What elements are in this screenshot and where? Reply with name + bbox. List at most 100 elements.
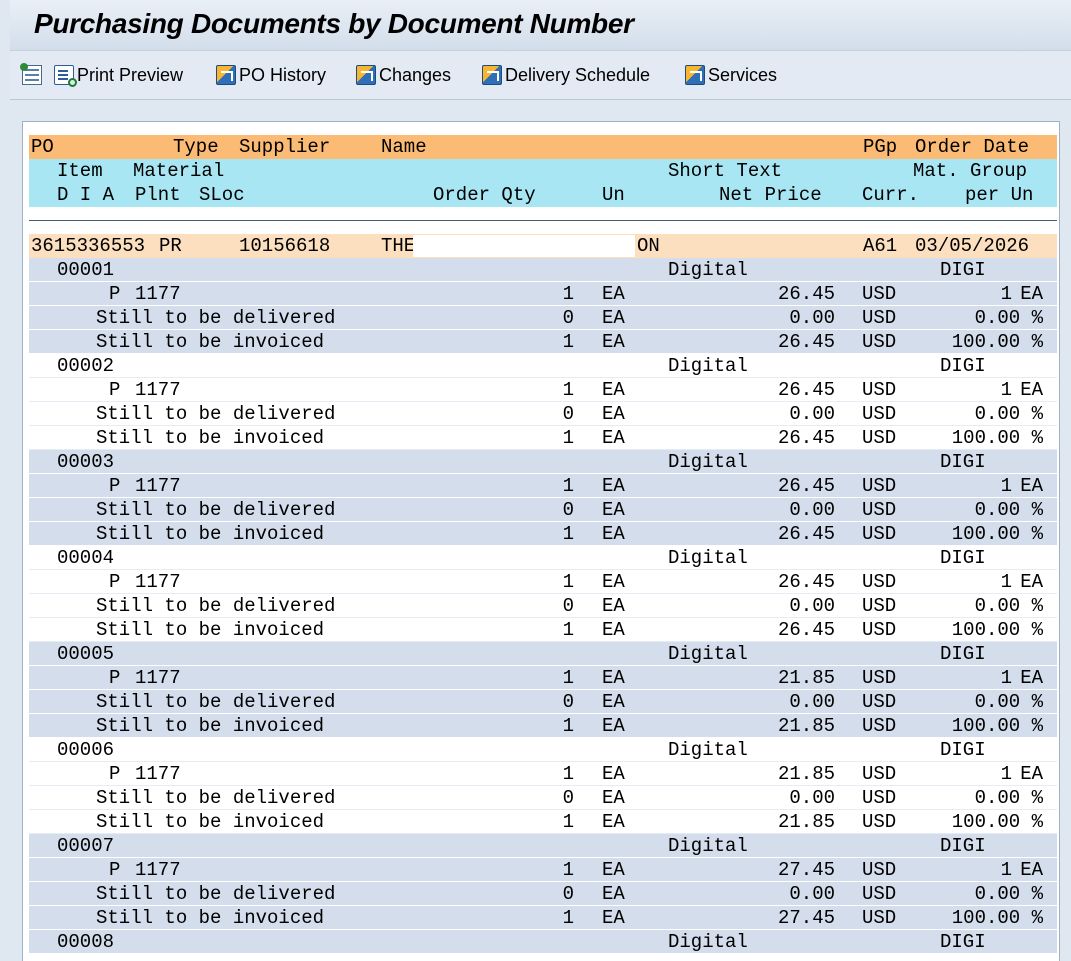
still-to-deliver-label: Still to be delivered [96,595,336,617]
still-to-invoice-row[interactable]: Still to be invoiced 1 EA 21.85 USD 100.00 % [29,810,1057,834]
price-unit-uom: EA [1020,571,1043,593]
deliver-percent: 0.00 % [974,307,1043,329]
col-per-un[interactable]: per Un [965,183,1033,207]
po-number[interactable]: 3615336553 [31,234,145,258]
invoice-percent: 100.00 % [951,619,1043,641]
net-price: 27.45 [777,859,835,881]
item-row[interactable]: 00003 Digital DIGI [29,450,1057,474]
schedule-line-row[interactable]: P 1177 1 EA 26.45 USD 1 EA [29,570,1057,594]
still-to-invoice-row[interactable]: Still to be invoiced 1 EA 26.45 USD 100.00 % [29,618,1057,642]
schedule-line-row[interactable]: P 1177 1 EA 21.85 USD 1 EA [29,666,1057,690]
delivery-schedule-button[interactable]: Delivery Schedule [482,63,650,87]
item-number[interactable]: 00004 [57,546,114,570]
item-number[interactable]: 00006 [57,738,114,762]
po-history-button[interactable]: PO History [216,63,326,87]
still-to-invoice-row[interactable]: Still to be invoiced 1 EA 21.85 USD 100.00 % [29,714,1057,738]
col-po[interactable]: PO [31,135,54,159]
print-preview-button[interactable]: Print Preview [54,63,183,87]
services-icon [685,65,705,85]
invoice-unit: EA [602,331,625,353]
col-net-price[interactable]: Net Price [719,183,822,207]
item-row[interactable]: 00004 Digital DIGI [29,546,1057,570]
po-supplier: 10156618 [239,235,331,257]
purchasing-list: PO Type Supplier Name PGp Order Date Ite… [29,135,1057,954]
invoice-percent: 100.00 % [951,907,1043,929]
col-order-qty[interactable]: Order Qty [433,183,536,207]
po-type: PR [159,235,182,257]
still-to-invoice-row[interactable]: Still to be invoiced 1 EA 26.45 USD 100.00 % [29,330,1057,354]
invoice-value: 21.85 [777,811,835,833]
unit: EA [602,379,625,401]
col-curr[interactable]: Curr. [862,183,919,207]
details-icon [20,63,42,85]
price-unit-uom: EA [1020,763,1043,785]
unit: EA [602,859,625,881]
schedule-line-row[interactable]: P 1177 1 EA 26.45 USD 1 EA [29,474,1057,498]
services-button[interactable]: Services [685,63,777,87]
item-number[interactable]: 00002 [57,354,114,378]
invoice-value: 26.45 [777,331,835,353]
item-row[interactable]: 00008 Digital DIGI [29,930,1057,954]
col-un[interactable]: Un [602,183,625,207]
item-list: 00001 Digital DIGI P 1177 1 EA 26.45 USD 1 EA Still… [29,258,1057,930]
item-number[interactable]: 00008 [57,930,114,954]
order-qty: 1 [562,475,574,497]
col-order-date[interactable]: Order Date [915,135,1029,159]
schedule-line-row[interactable]: P 1177 1 EA 27.45 USD 1 EA [29,858,1057,882]
still-to-deliver-row[interactable]: Still to be delivered 0 EA 0.00 USD 0.00 % [29,306,1057,330]
page-title: Purchasing Documents by Document Number [34,8,634,39]
item-row[interactable]: 00001 Digital DIGI [29,258,1057,282]
invoice-value: 26.45 [777,619,835,641]
schedule-line-row[interactable]: P 1177 1 EA 26.45 USD 1 EA [29,378,1057,402]
invoice-unit: EA [602,619,625,641]
item-number[interactable]: 00007 [57,834,114,858]
item-number[interactable]: 00003 [57,450,114,474]
currency: USD [862,379,897,401]
item-row[interactable]: 00006 Digital DIGI [29,738,1057,762]
still-to-deliver-row[interactable]: Still to be delivered 0 EA 0.00 USD 0.00 % [29,786,1057,810]
deliver-currency: USD [862,499,897,521]
col-mat-group[interactable]: Mat. Group [913,159,1027,183]
col-name[interactable]: Name [381,135,427,159]
item-row[interactable]: 00002 Digital DIGI [29,354,1057,378]
col-dia[interactable]: D I A [57,183,114,207]
still-to-deliver-row[interactable]: Still to be delivered 0 EA 0.00 USD 0.00 % [29,882,1057,906]
details-button[interactable] [20,63,42,87]
col-short-text[interactable]: Short Text [668,159,782,183]
item-row[interactable]: 00005 Digital DIGI [29,642,1057,666]
still-to-deliver-row[interactable]: Still to be delivered 0 EA 0.00 USD 0.00 % [29,402,1057,426]
col-plnt[interactable]: Plnt [135,183,181,207]
still-to-deliver-row[interactable]: Still to be delivered 0 EA 0.00 USD 0.00 % [29,690,1057,714]
col-pgp[interactable]: PGp [863,135,897,159]
list-panel: PO Type Supplier Name PGp Order Date Ite… [22,121,1060,961]
item-number[interactable]: 00005 [57,642,114,666]
still-to-invoice-row[interactable]: Still to be invoiced 1 EA 27.45 USD 100.00 % [29,906,1057,930]
invoice-value: 27.45 [777,907,835,929]
po-header-row[interactable]: 3615336553 PR 10156618 THE ON A61 03/05/… [29,234,1057,258]
still-to-invoice-row[interactable]: Still to be invoiced 1 EA 26.45 USD 100.00 % [29,426,1057,450]
schedule-line-row[interactable]: P 1177 1 EA 26.45 USD 1 EA [29,282,1057,306]
deliver-unit: EA [602,499,625,521]
price-unit: 1 [1000,859,1012,881]
invoice-unit: EA [602,715,625,737]
col-sloc[interactable]: SLoc [199,183,245,207]
account-assignment: P [109,859,121,881]
item-short-text: Digital [668,643,748,665]
item-row[interactable]: 00007 Digital DIGI [29,834,1057,858]
deliver-unit: EA [602,787,625,809]
account-assignment: P [109,763,121,785]
still-to-deliver-row[interactable]: Still to be delivered 0 EA 0.00 USD 0.00 % [29,594,1057,618]
col-material[interactable]: Material [133,159,224,183]
col-type[interactable]: Type [173,135,219,159]
still-to-invoice-row[interactable]: Still to be invoiced 1 EA 26.45 USD 100.00 % [29,522,1057,546]
col-supplier[interactable]: Supplier [239,135,330,159]
item-number[interactable]: 00001 [57,258,114,282]
item-short-text: Digital [668,259,748,281]
delivery-schedule-label: Delivery Schedule [505,64,651,85]
schedule-line-row[interactable]: P 1177 1 EA 21.85 USD 1 EA [29,762,1057,786]
item-short-text: Digital [668,451,748,473]
changes-button[interactable]: Changes [356,63,451,87]
po-name-start: THE [381,235,416,257]
col-item[interactable]: Item [57,159,103,183]
still-to-deliver-row[interactable]: Still to be delivered 0 EA 0.00 USD 0.00 % [29,498,1057,522]
